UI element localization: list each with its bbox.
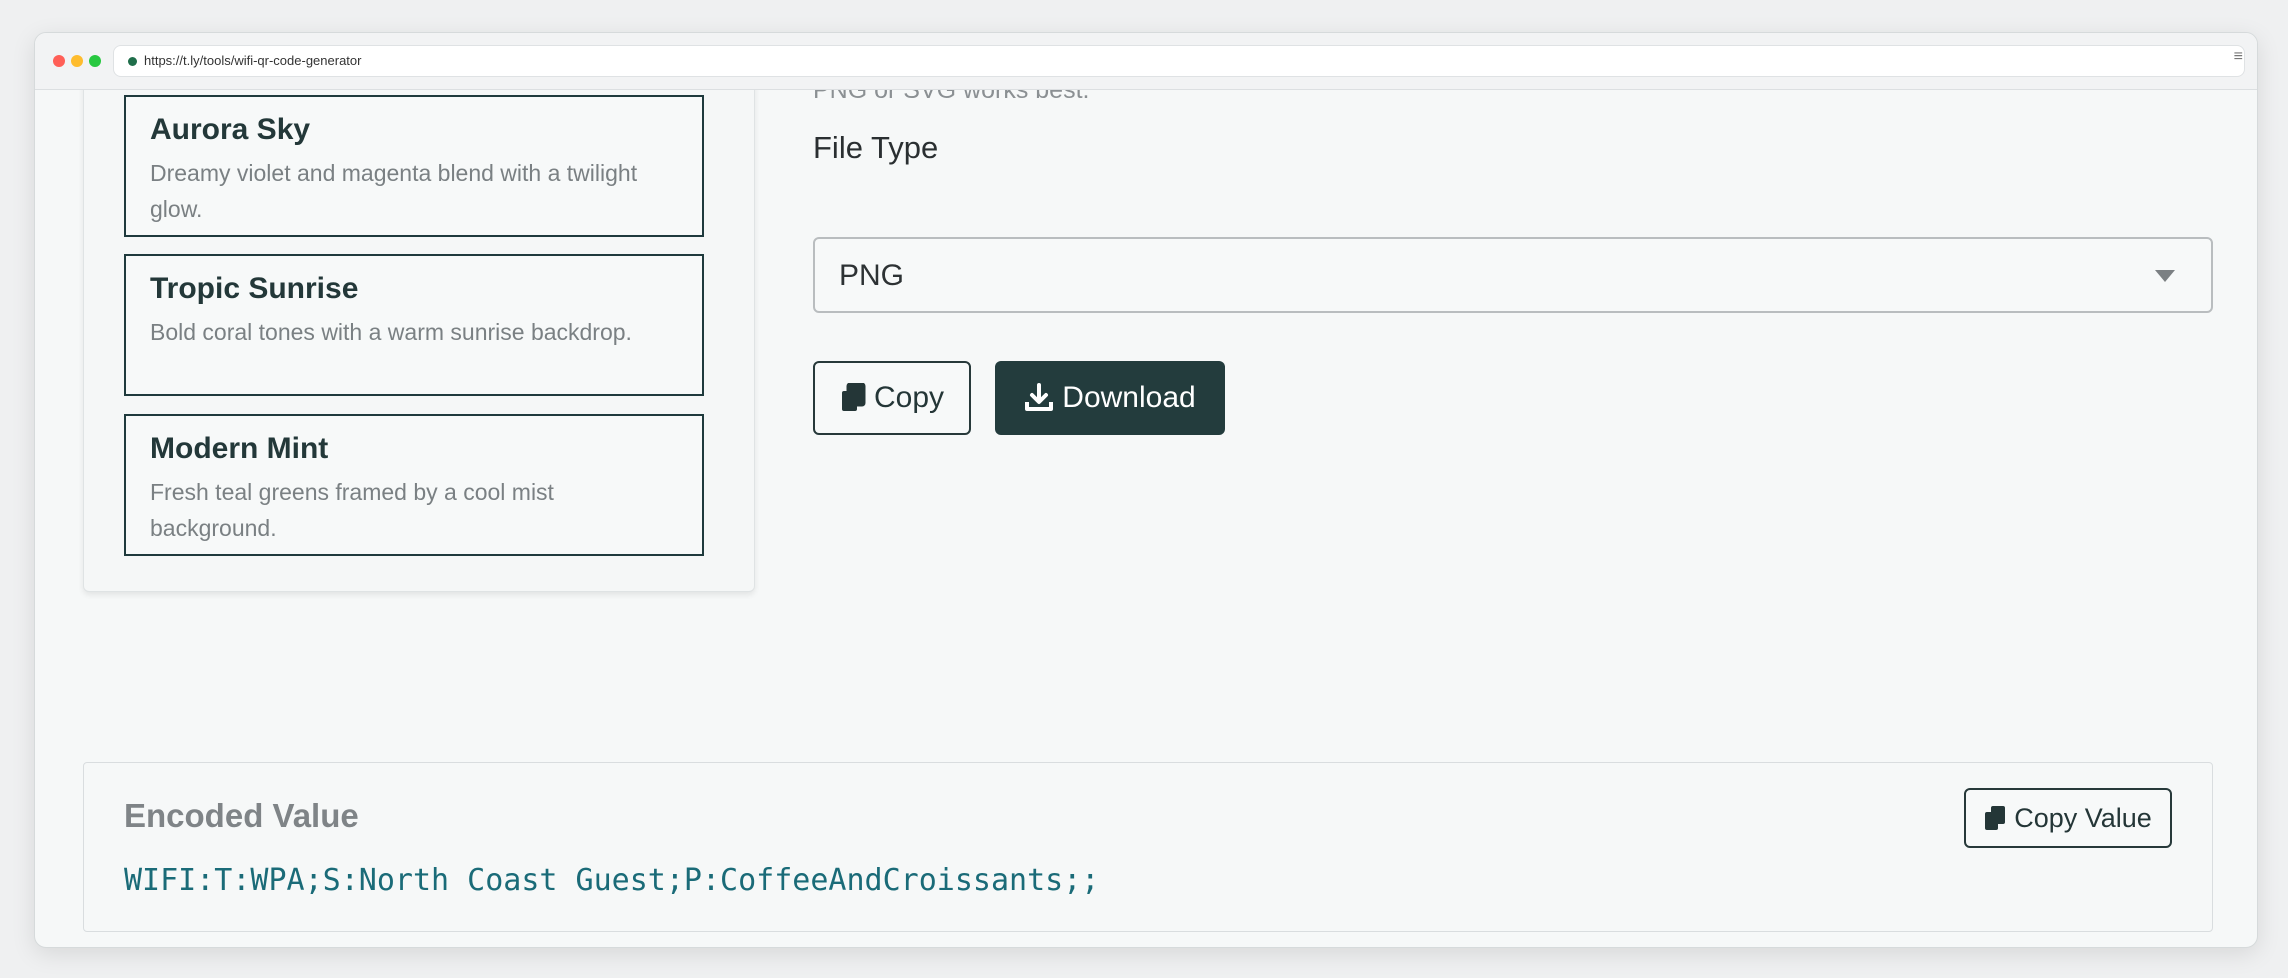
browser-window: https://t.ly/tools/wifi-qr-code-generato… xyxy=(34,32,2258,948)
copy-button[interactable]: Copy xyxy=(813,361,971,435)
minimize-window-button[interactable] xyxy=(71,55,83,67)
theme-card-modern-mint[interactable]: Modern Mint Fresh teal greens framed by … xyxy=(124,414,704,556)
encoded-value-card: Encoded Value WIFI:T:WPA;S:North Coast G… xyxy=(83,762,2213,932)
theme-card-tropic-sunrise[interactable]: Tropic Sunrise Bold coral tones with a w… xyxy=(124,254,704,396)
theme-title: Tropic Sunrise xyxy=(150,272,359,305)
file-type-label: File Type xyxy=(813,130,939,165)
theme-description: Dreamy violet and magenta blend with a t… xyxy=(150,160,638,222)
theme-title: Aurora Sky xyxy=(150,113,311,146)
theme-title: Modern Mint xyxy=(150,432,329,465)
page-content: Aurora Sky Dreamy violet and magenta ble… xyxy=(35,90,2257,947)
copy-button-label: Copy xyxy=(873,381,945,414)
file-type-select[interactable]: PNG xyxy=(813,237,2213,313)
copy-icon xyxy=(1985,806,2006,830)
copy-icon xyxy=(841,383,866,411)
file-type-hint: PNG or SVG works best. xyxy=(813,90,1090,104)
close-window-button[interactable] xyxy=(53,55,65,67)
theme-description: Fresh teal greens framed by a cool mist … xyxy=(150,479,554,541)
theme-panel: Aurora Sky Dreamy violet and magenta ble… xyxy=(83,90,755,592)
address-bar[interactable]: https://t.ly/tools/wifi-qr-code-generato… xyxy=(113,45,2245,77)
copy-value-button-label: Copy Value xyxy=(2014,802,2152,833)
browser-toolbar: https://t.ly/tools/wifi-qr-code-generato… xyxy=(35,33,2257,90)
menu-icon[interactable]: ≡ xyxy=(2234,49,2243,65)
download-button-label: Download xyxy=(1062,381,1196,414)
file-type-selected-value: PNG xyxy=(839,259,905,292)
theme-card-aurora-sky[interactable]: Aurora Sky Dreamy violet and magenta ble… xyxy=(124,95,704,237)
download-button[interactable]: Download xyxy=(995,361,1225,435)
copy-value-button[interactable]: Copy Value xyxy=(1964,788,2172,848)
download-icon xyxy=(1025,383,1054,411)
encoded-value-title: Encoded Value xyxy=(124,797,359,834)
maximize-window-button[interactable] xyxy=(89,55,101,67)
secure-indicator-icon xyxy=(128,57,137,66)
theme-description: Bold coral tones with a warm sunrise bac… xyxy=(150,319,632,345)
url-text: https://t.ly/tools/wifi-qr-code-generato… xyxy=(144,53,362,68)
chevron-down-icon xyxy=(2155,270,2175,282)
encoded-value-text: WIFI:T:WPA;S:North Coast Guest;P:CoffeeA… xyxy=(124,863,1100,898)
